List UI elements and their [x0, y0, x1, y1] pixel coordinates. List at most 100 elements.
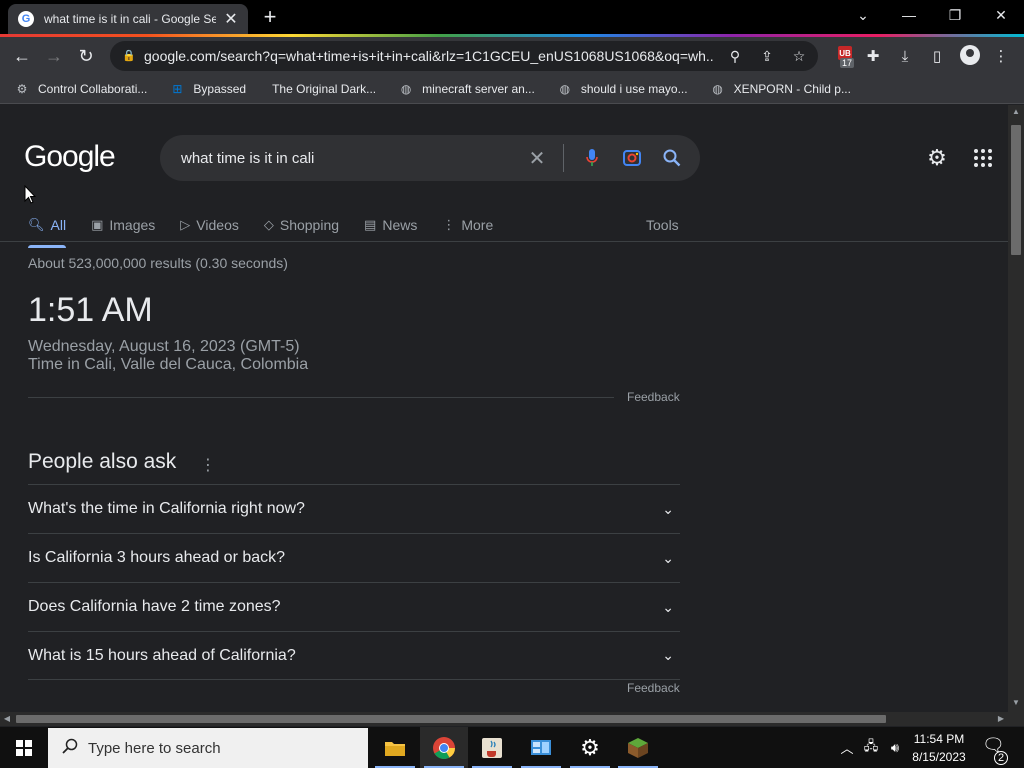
browser-tab[interactable]: G what time is it in cali - Google Se ✕ — [8, 4, 248, 34]
bookmark-item[interactable]: ◍ XENPORN - Child p... — [710, 81, 851, 97]
gear-icon: ⚙ — [580, 734, 600, 760]
scroll-up-icon[interactable]: ▲ — [1008, 107, 1024, 119]
bookmark-item[interactable]: ⚙ Control Collaborati... — [14, 81, 148, 97]
profile-avatar-icon[interactable] — [960, 45, 980, 65]
extensions-puzzle-icon[interactable]: ✚ — [860, 43, 886, 69]
back-button[interactable]: ← — [9, 43, 35, 69]
browser-toolbar: ← → ↻ 🔒 google.com/search?q=what+time+is… — [0, 37, 1024, 75]
forward-button[interactable]: → — [41, 43, 67, 69]
settings-gear-icon[interactable]: ⚙ — [924, 145, 950, 171]
video-icon: ▷ — [180, 217, 191, 232]
bookmark-item[interactable]: ◍ should i use mayo... — [557, 81, 688, 97]
chrome-taskbar-button[interactable] — [420, 727, 468, 768]
chrome-icon — [433, 736, 455, 759]
paa-question[interactable]: What is 15 hours ahead of California? ⌄ — [28, 631, 680, 680]
windows-taskbar: Type here to search ⚙ ︿ 🖧︎ 🔊︎ 11:54 PM 8… — [0, 727, 1024, 768]
lens-camera-icon[interactable] — [620, 146, 644, 170]
kebab-icon: ⋮ — [442, 217, 456, 232]
vertical-scrollbar[interactable]: ▲ ▼ — [1008, 105, 1024, 712]
google-apps-icon[interactable] — [974, 149, 992, 167]
taskbar-clock[interactable]: 11:54 PM 8/15/2023 — [906, 730, 972, 766]
share-icon[interactable]: ⇪ — [756, 45, 778, 67]
settings-button[interactable]: ⚙ — [566, 727, 614, 768]
new-tab-button[interactable]: + — [258, 6, 282, 28]
tab-all[interactable]: 🔍︎ All — [28, 210, 67, 248]
side-panel-icon[interactable]: ▯ — [924, 43, 950, 69]
tab-more[interactable]: ⋮ More — [442, 210, 493, 240]
paa-question[interactable]: Is California 3 hours ahead or back? ⌄ — [28, 533, 680, 582]
taskbar-search-box[interactable]: Type here to search — [48, 728, 368, 768]
feedback-link[interactable]: Feedback — [627, 390, 680, 404]
paa-question-text: What's the time in California right now? — [28, 500, 305, 517]
location-pin-icon[interactable]: ⚲ — [724, 45, 746, 67]
close-window-button[interactable]: ✕ — [978, 0, 1024, 30]
scroll-down-icon[interactable]: ▼ — [1008, 698, 1024, 710]
tab-label: More — [461, 217, 494, 233]
microphone-icon[interactable] — [580, 146, 604, 170]
search-input[interactable]: what time is it in cali — [181, 150, 509, 167]
taskbar-search-placeholder: Type here to search — [88, 739, 221, 757]
address-bar[interactable]: 🔒 google.com/search?q=what+time+is+it+in… — [110, 41, 818, 71]
tray-chevron-up-icon[interactable]: ︿ — [838, 727, 856, 768]
paa-question-text: What is 15 hours ahead of California? — [28, 646, 296, 664]
search-box[interactable]: what time is it in cali ✕ — [160, 135, 700, 181]
tab-videos[interactable]: ▷ Videos — [180, 210, 239, 240]
volume-icon[interactable]: 🔊︎ — [884, 727, 906, 768]
folder-icon — [385, 741, 405, 756]
download-icon[interactable]: ⤓ — [892, 43, 918, 69]
clear-icon[interactable]: ✕ — [525, 146, 549, 170]
more-options-icon[interactable]: ⋮ — [200, 455, 216, 474]
local-date: Wednesday, August 16, 2023 (GMT-5) — [28, 338, 300, 355]
feedback-link[interactable]: Feedback — [627, 681, 680, 695]
tab-label: Shopping — [279, 217, 340, 233]
bookmark-item[interactable]: ◍ minecraft server an... — [398, 81, 535, 97]
people-also-ask-title: People also ask — [28, 450, 177, 473]
bookmark-label: minecraft server an... — [422, 82, 535, 96]
network-icon[interactable]: 🖧︎ — [860, 727, 882, 768]
scroll-left-icon[interactable]: ◀ — [0, 712, 14, 726]
reload-button[interactable]: ↻ — [73, 43, 99, 69]
minecraft-button[interactable] — [614, 727, 662, 768]
search-results-page: Google what time is it in cali ✕ ⚙ 🔍︎ All… — [0, 105, 1008, 712]
globe-icon: ◍ — [400, 82, 412, 96]
bookmark-item[interactable]: ⊞ Bypassed — [169, 81, 246, 97]
chevron-down-icon: ⌄ — [662, 647, 674, 663]
google-logo[interactable]: Google — [24, 140, 116, 174]
control-panel-button[interactable] — [517, 727, 565, 768]
bookmark-label: The Original Dark... — [272, 82, 377, 96]
search-icon[interactable] — [660, 146, 684, 170]
horizontal-scroll-thumb[interactable] — [16, 715, 886, 723]
tools-button[interactable]: Tools — [646, 210, 679, 240]
control-panel-icon — [531, 739, 551, 755]
paa-question[interactable]: Does California have 2 time zones? ⌄ — [28, 582, 680, 631]
bookmark-star-icon[interactable]: ☆ — [788, 45, 810, 67]
tab-search-chevron-icon[interactable]: ⌄ — [840, 0, 886, 30]
gear-icon: ⚙ — [16, 82, 28, 96]
restore-button[interactable]: ❐ — [932, 0, 978, 30]
url-text[interactable]: google.com/search?q=what+time+is+it+in+c… — [144, 48, 714, 64]
tab-shopping[interactable]: ◇ Shopping — [264, 210, 339, 240]
start-button[interactable] — [0, 727, 48, 768]
tab-news[interactable]: ▤ News — [364, 210, 417, 240]
paa-question-text: Does California have 2 time zones? — [28, 598, 281, 615]
globe-icon: ◍ — [712, 82, 723, 96]
tab-images[interactable]: ▣ Images — [91, 210, 155, 240]
search-icon — [62, 738, 78, 759]
vertical-scroll-thumb[interactable] — [1011, 125, 1021, 255]
tab-close-icon[interactable]: ✕ — [222, 9, 240, 29]
java-app-button[interactable] — [468, 727, 516, 768]
scroll-right-icon[interactable]: ▶ — [994, 712, 1008, 726]
tab-label: All — [50, 217, 67, 233]
windows-icon: ⊞ — [172, 82, 183, 96]
bookmark-item[interactable]: The Original Dark... — [272, 82, 376, 96]
paa-question[interactable]: What's the time in California right now?… — [28, 484, 680, 533]
chrome-menu-icon[interactable]: ⋮ — [988, 43, 1014, 69]
horizontal-scrollbar[interactable]: ◀ ▶ — [0, 712, 1008, 726]
tab-label: Videos — [196, 217, 239, 233]
lock-icon[interactable]: 🔒 — [122, 49, 136, 63]
file-explorer-button[interactable] — [371, 727, 419, 768]
local-time: 1:51 AM — [28, 291, 153, 329]
bookmark-label: Bypassed — [193, 82, 247, 96]
minimize-button[interactable]: — — [886, 0, 932, 30]
tab-title: what time is it in cali - Google Se — [44, 12, 216, 26]
